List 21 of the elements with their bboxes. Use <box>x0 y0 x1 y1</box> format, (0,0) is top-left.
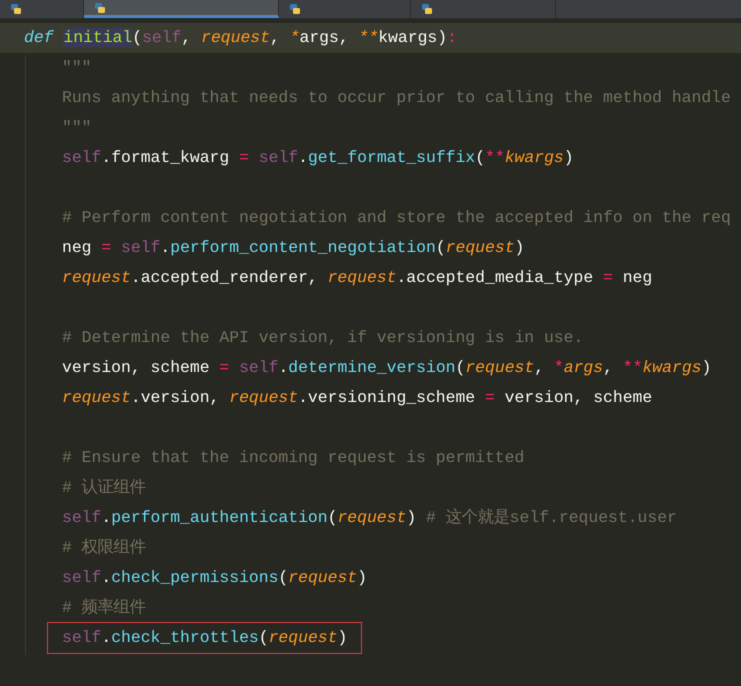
python-file-icon <box>94 2 106 14</box>
code-line: version, scheme = self.determine_version(request, *args, **kwargs) <box>62 357 712 379</box>
python-file-icon <box>421 3 433 15</box>
code-line: # Ensure that the incoming request is permitted <box>62 447 524 469</box>
code-line: """ <box>62 117 92 139</box>
python-file-icon <box>10 3 22 15</box>
code-line: # 认证组件 <box>62 477 146 499</box>
code-line: neg = self.perform_content_negotiation(request) <box>62 237 524 259</box>
code-line: request.version, request.versioning_scheme = version, scheme <box>62 387 652 409</box>
code-line: request.accepted_renderer, request.accepted_media_type = neg <box>62 267 652 289</box>
code-line: def initial(self, request, *args, **kwargs): <box>24 27 457 49</box>
code-line: """ <box>62 57 92 79</box>
code-line: self.perform_authentication(request) # 这个就是self.request.user <box>62 507 677 529</box>
code-line: # Perform content negotiation and store the accepted info on the req <box>62 207 731 229</box>
code-line: # Determine the API version, if versioning is in use. <box>62 327 584 349</box>
code-line: # 频率组件 <box>62 597 146 619</box>
code-line: self.check_permissions(request) <box>62 567 367 589</box>
code-line: # 权限组件 <box>62 537 146 559</box>
code-line: self.format_kwarg = self.get_format_suffix(**kwargs) <box>62 147 574 169</box>
code-line: Runs anything that needs to occur prior to calling the method handle <box>62 87 731 109</box>
python-file-icon <box>289 3 301 15</box>
